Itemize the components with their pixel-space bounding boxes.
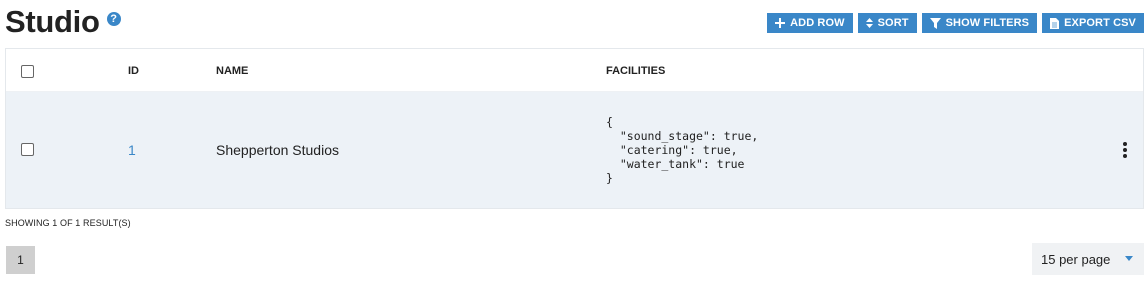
page-header: Studio ?	[5, 4, 121, 40]
row-name: Shepperton Studios	[216, 142, 339, 158]
add-row-label: ADD ROW	[790, 17, 845, 29]
add-row-button[interactable]: ADD ROW	[767, 13, 853, 33]
results-count: SHOWING 1 OF 1 RESULT(S)	[5, 218, 131, 228]
show-filters-label: SHOW FILTERS	[945, 17, 1030, 29]
plus-icon	[775, 18, 786, 28]
sort-button[interactable]: SORT	[857, 13, 917, 33]
show-filters-button[interactable]: SHOW FILTERS	[921, 13, 1038, 33]
sort-icon	[865, 18, 873, 28]
export-csv-button[interactable]: EXPORT CSV	[1042, 13, 1144, 33]
file-icon	[1050, 17, 1060, 29]
table-header: ID NAME FACILITIES	[6, 49, 1143, 92]
column-header-name[interactable]: NAME	[216, 65, 248, 77]
help-icon[interactable]: ?	[106, 12, 121, 26]
page-title: Studio	[5, 4, 100, 39]
filter-icon	[929, 17, 941, 29]
select-all-checkbox[interactable]	[21, 65, 34, 78]
row-checkbox[interactable]	[21, 143, 34, 156]
sort-label: SORT	[877, 17, 909, 29]
toolbar: ADD ROW SORT SHOW FILTERS EXPORT CSV	[767, 13, 1144, 33]
caret-down-icon	[1125, 256, 1133, 261]
row-id-link[interactable]: 1	[128, 142, 136, 158]
table-row[interactable]: 1 Shepperton Studios { "sound_stage": tr…	[6, 92, 1143, 208]
column-header-id[interactable]: ID	[128, 65, 139, 77]
row-facilities-json: { "sound_stage": true, "catering": true,…	[606, 115, 759, 185]
kebab-icon[interactable]	[1123, 142, 1127, 158]
pagination-page-1[interactable]: 1	[6, 246, 35, 274]
column-header-facilities[interactable]: FACILITIES	[606, 65, 665, 77]
export-csv-label: EXPORT CSV	[1064, 17, 1136, 29]
data-table: ID NAME FACILITIES 1 Shepperton Studios …	[5, 48, 1144, 209]
per-page-value: 15 per page	[1041, 251, 1111, 267]
per-page-select[interactable]: 15 per page	[1032, 243, 1144, 275]
